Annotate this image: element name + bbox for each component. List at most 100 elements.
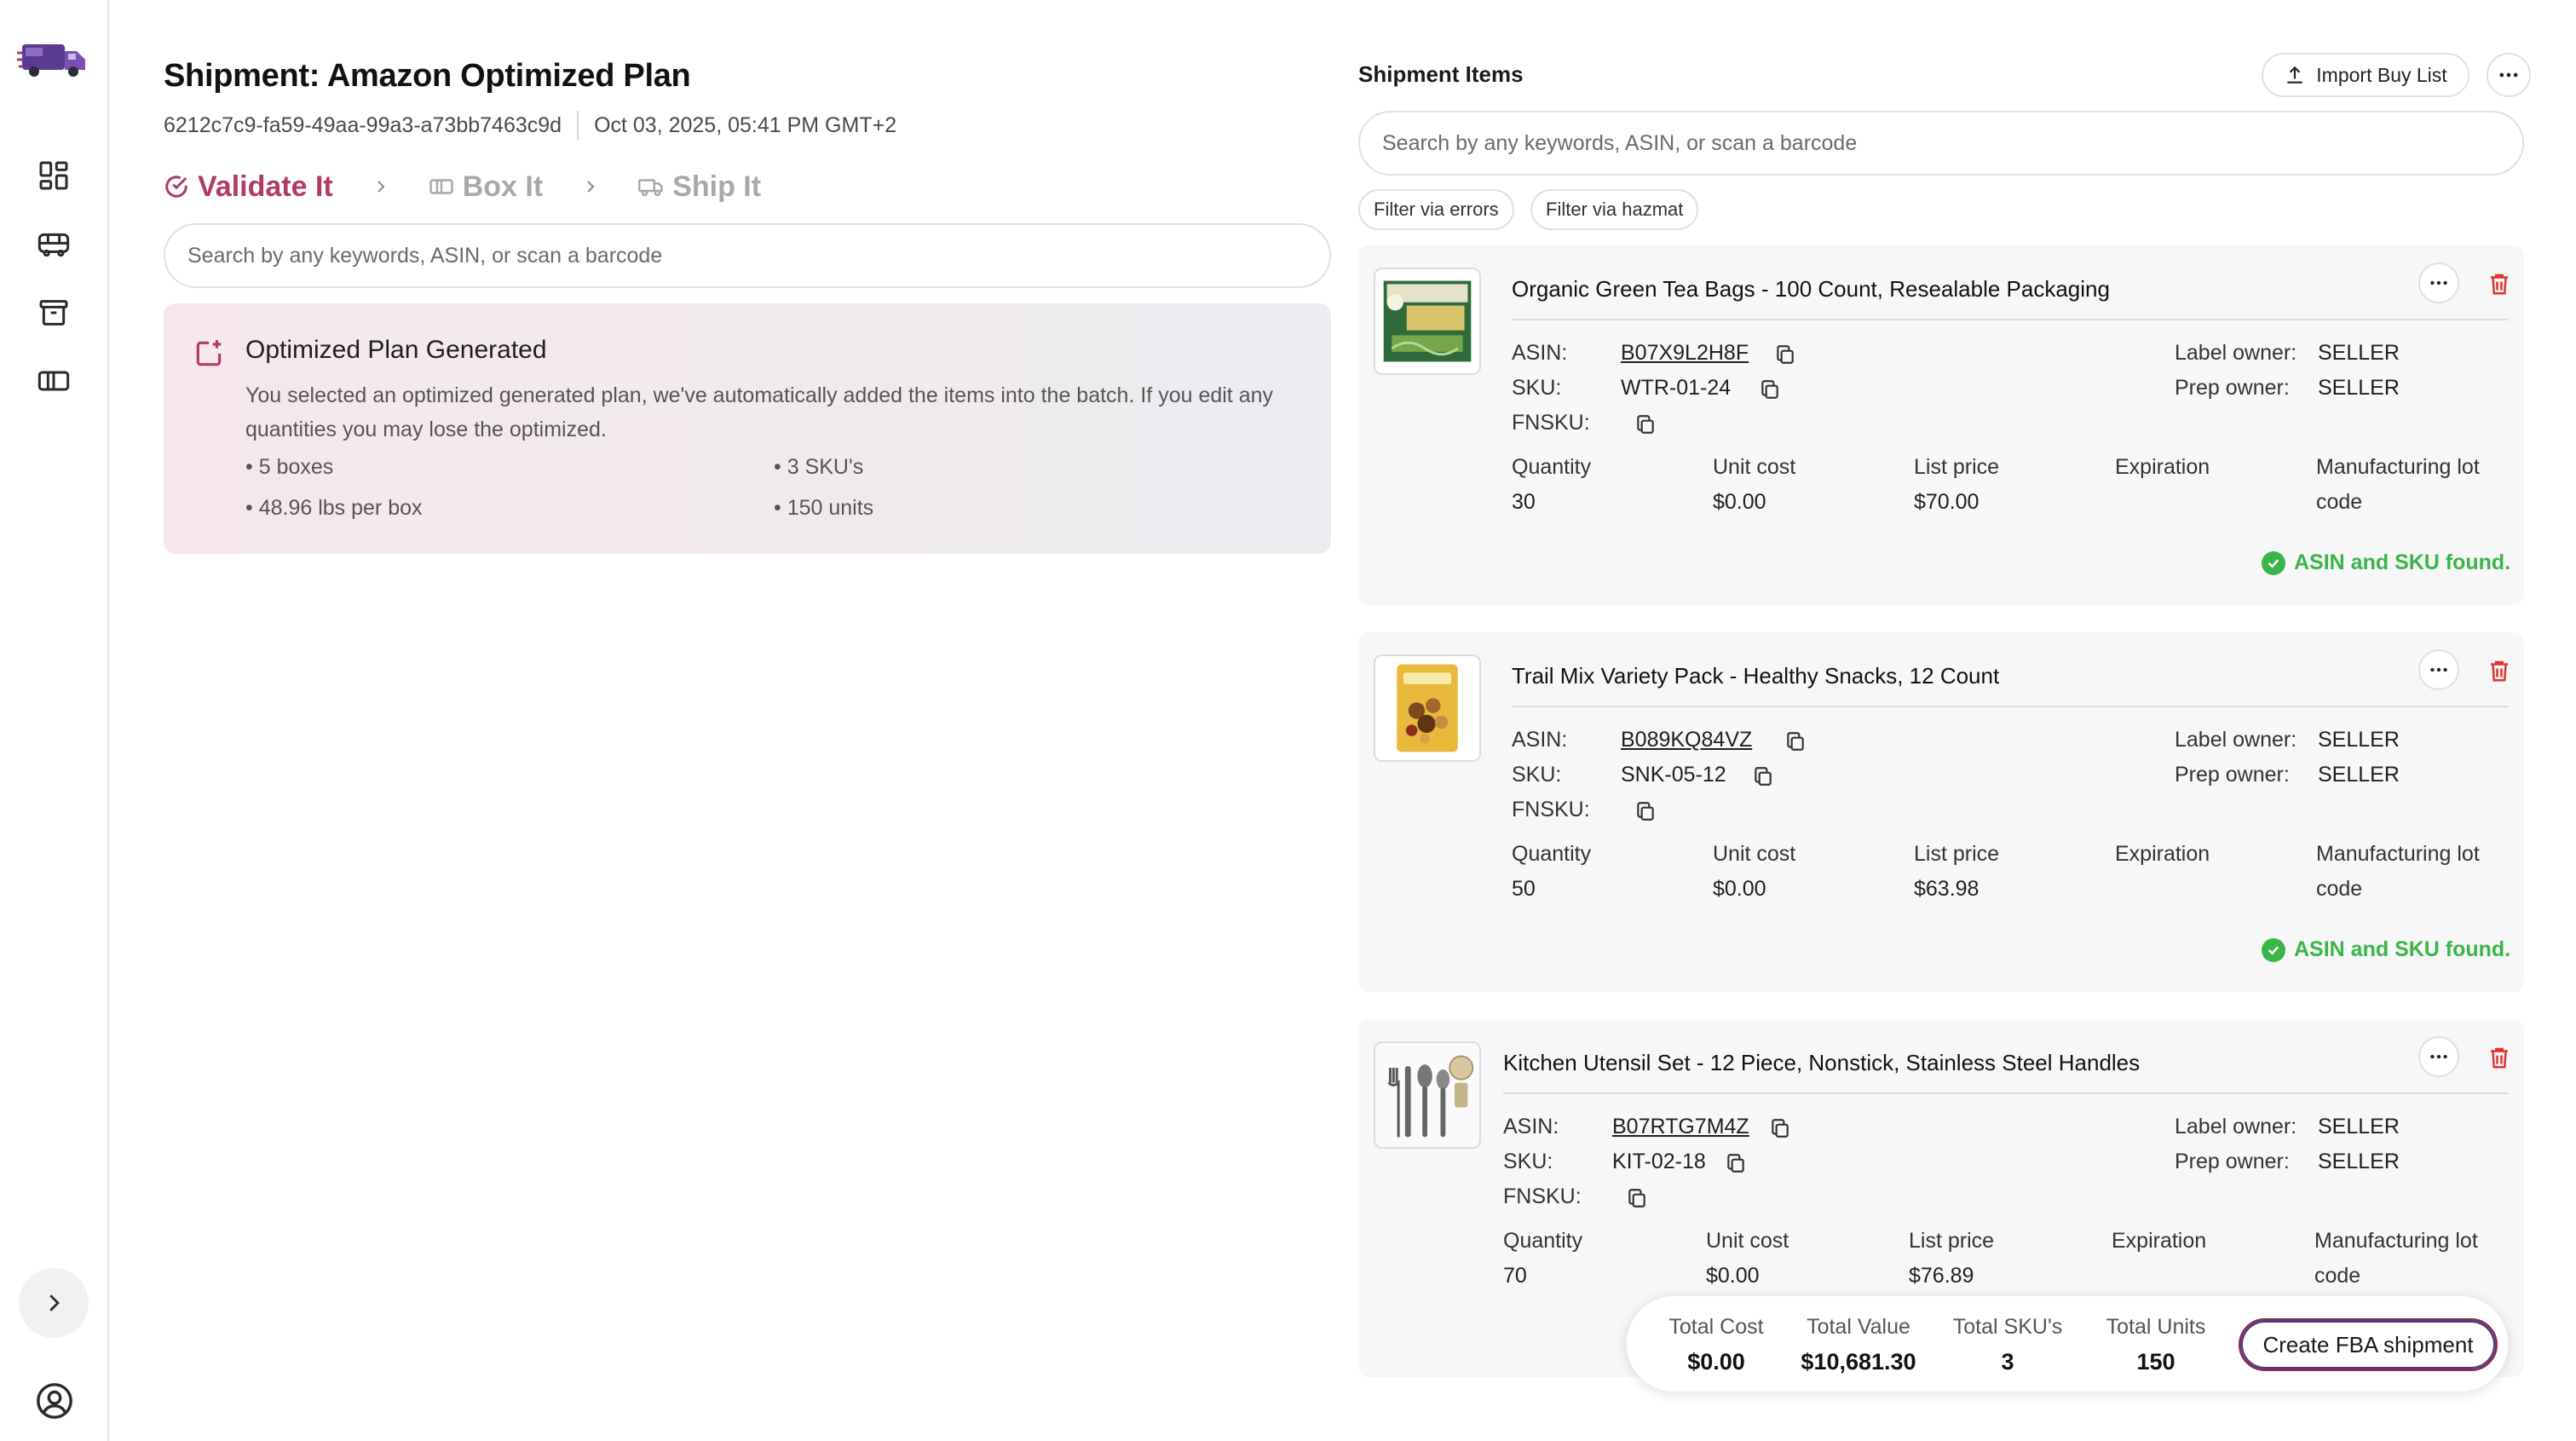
prep-owner-label: Prep owner: (2175, 1150, 2290, 1173)
expand-sidebar-button[interactable] (19, 1268, 89, 1338)
asin-label: ASIN: (1512, 728, 1568, 752)
list-price-label: List price (1909, 1229, 1995, 1253)
total-units-value: 150 (2136, 1349, 2175, 1375)
trash-icon[interactable] (2487, 1043, 2512, 1072)
quantity-value[interactable]: 50 (1512, 877, 1536, 902)
sparkle-edit-icon (196, 340, 222, 366)
item-name: Kitchen Utensil Set - 12 Piece, Nonstick… (1503, 1050, 2141, 1075)
label-owner-label: Label owner: (2175, 341, 2297, 365)
shipment-item-card: Trail Mix Variety Pack - Healthy Snacks,… (1358, 632, 2524, 992)
total-skus-label: Total SKU's (1952, 1315, 2063, 1339)
step-box[interactable]: Box It (429, 170, 543, 204)
unit-cost-value[interactable]: $0.00 (1713, 490, 1766, 515)
copy-icon[interactable] (1774, 343, 1796, 366)
sku-label: SKU: (1512, 763, 1562, 787)
label-owner-value: SELLER (2318, 341, 2400, 365)
bus-icon[interactable] (34, 225, 73, 264)
step-label: Validate It (198, 170, 333, 203)
quantity-value[interactable]: 30 (1512, 490, 1536, 515)
total-value-label: Total Value (1807, 1315, 1910, 1339)
filter-hazmat-chip[interactable]: Filter via hazmat (1530, 189, 1699, 230)
mfg-lot-label: code (2316, 877, 2363, 901)
expiration-label: Expiration (2115, 842, 2210, 866)
fnsku-label: FNSKU: (1512, 798, 1590, 821)
more-horizontal-icon (2430, 1054, 2447, 1059)
chevron-right-icon (49, 1294, 60, 1311)
list-price-label: List price (1914, 842, 2000, 866)
asin-link[interactable]: B07RTG7M4Z (1612, 1115, 1749, 1139)
prep-owner-value: SELLER (2318, 376, 2400, 400)
item-more-button[interactable] (2418, 262, 2459, 303)
divider (577, 111, 579, 140)
status-text: ASIN and SKU found. (2294, 937, 2511, 961)
mfg-lot-label: Manufacturing lot (2316, 842, 2480, 866)
list-price-value[interactable]: $70.00 (1914, 490, 1979, 515)
copy-icon[interactable] (1752, 764, 1774, 788)
plan-bullet: • 150 units (774, 496, 874, 520)
box-icon[interactable] (34, 361, 73, 401)
total-cost-value: $0.00 (1687, 1349, 1745, 1375)
copy-icon[interactable] (1784, 729, 1807, 753)
product-image[interactable] (1374, 1041, 1481, 1149)
copy-icon[interactable] (1759, 378, 1781, 401)
filter-errors-chip[interactable]: Filter via errors (1358, 189, 1514, 230)
product-image[interactable] (1374, 268, 1481, 375)
truck-icon (638, 179, 663, 197)
dashboard-icon[interactable] (34, 156, 73, 195)
shipment-meta: 6212c7c9-fa59-49aa-99a3-a73bb7463c9d Oct… (164, 111, 896, 140)
item-name: Organic Green Tea Bags - 100 Count, Rese… (1512, 276, 2110, 302)
copy-icon[interactable] (1769, 1116, 1791, 1140)
trash-icon[interactable] (2487, 269, 2512, 298)
shipment-id: 6212c7c9-fa59-49aa-99a3-a73bb7463c9d (164, 112, 562, 137)
asin-link[interactable]: B07X9L2H8F (1621, 341, 1749, 366)
quantity-label: Quantity (1503, 1229, 1583, 1253)
prep-owner-label: Prep owner: (2175, 376, 2290, 400)
prep-owner-label: Prep owner: (2175, 763, 2290, 787)
more-options-button[interactable] (2487, 53, 2531, 97)
divider (1512, 706, 2509, 707)
asin-link[interactable]: B089KQ84VZ (1621, 728, 1752, 752)
label-owner-value: SELLER (2318, 728, 2400, 752)
optimized-plan-banner: Optimized Plan Generated You selected an… (164, 303, 1331, 554)
items-search-input[interactable] (1358, 111, 2524, 176)
step-validate[interactable]: Validate It (164, 170, 333, 204)
user-circle-icon[interactable] (34, 1380, 75, 1421)
item-more-button[interactable] (2418, 649, 2459, 690)
product-image[interactable] (1374, 654, 1481, 762)
step-nav: Validate It Box It Ship It (164, 167, 761, 206)
search-input[interactable] (164, 223, 1331, 288)
expiration-label: Expiration (2115, 455, 2210, 479)
status-message: ASIN and SKU found. (2262, 937, 2510, 962)
truck-logo[interactable] (17, 34, 92, 82)
sku-value: SNK-05-12 (1621, 763, 1726, 787)
divider (1512, 319, 2509, 320)
mfg-lot-label: Manufacturing lot (2314, 1229, 2478, 1253)
totals-bar: Total Cost $0.00 Total Value $10,681.30 … (1626, 1295, 2509, 1392)
asin-label: ASIN: (1503, 1115, 1559, 1138)
sku-value: KIT-02-18 (1612, 1150, 1706, 1173)
copy-icon[interactable] (1725, 1151, 1747, 1175)
list-price-value[interactable]: $63.98 (1914, 877, 1979, 902)
create-fba-shipment-button[interactable]: Create FBA shipment (2239, 1318, 2498, 1371)
archive-icon[interactable] (34, 293, 73, 332)
quantity-value[interactable]: 70 (1503, 1264, 1527, 1288)
item-more-button[interactable] (2418, 1036, 2459, 1077)
total-value-value: $10,681.30 (1801, 1349, 1916, 1375)
copy-icon[interactable] (1634, 799, 1657, 823)
step-ship[interactable]: Ship It (638, 170, 761, 204)
copy-icon[interactable] (1634, 412, 1657, 436)
unit-cost-value[interactable]: $0.00 (1706, 1264, 1760, 1288)
sku-value: WTR-01-24 (1621, 376, 1732, 400)
total-skus-value: 3 (2001, 1349, 2014, 1375)
import-buy-list-button[interactable]: Import Buy List (2262, 53, 2469, 97)
copy-icon[interactable] (1626, 1186, 1648, 1210)
items-title: Shipment Items (1358, 61, 1524, 87)
trash-icon[interactable] (2487, 656, 2512, 685)
list-price-value[interactable]: $76.89 (1909, 1264, 1974, 1288)
label-owner-label: Label owner: (2175, 728, 2297, 752)
box-icon (429, 179, 453, 194)
unit-cost-label: Unit cost (1713, 455, 1796, 479)
total-units-label: Total Units (2106, 1315, 2206, 1339)
unit-cost-value[interactable]: $0.00 (1713, 877, 1766, 902)
chevron-right-icon (371, 176, 391, 197)
